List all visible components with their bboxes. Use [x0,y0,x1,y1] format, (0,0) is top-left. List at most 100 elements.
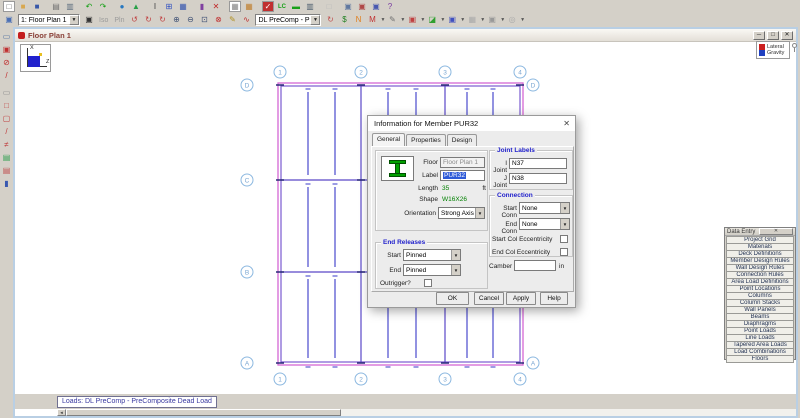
no-solve-icon[interactable]: ⊘ [1,57,12,68]
spreadsheet-icon[interactable]: ▦ [243,1,255,12]
tab-general[interactable]: General [372,133,405,146]
add-grid-icon[interactable]: ⊞ [163,1,175,12]
circle-tool-icon-caret[interactable]: ▼ [520,17,525,23]
redraw-icon[interactable]: ✎ [226,15,238,26]
solve-icon[interactable]: ✓ [262,1,274,12]
chevron-down-icon[interactable]: ▼ [560,219,569,229]
redo-icon[interactable]: ↷ [97,1,109,12]
chevron-down-icon[interactable]: ▼ [69,15,79,25]
end-ecc-checkbox[interactable] [560,248,568,256]
apply-button[interactable]: Apply [506,292,536,305]
member-color-icon[interactable]: ▣ [446,15,458,26]
envelope-icon[interactable]: □ [323,1,335,12]
start-conn-select[interactable]: None ▼ [519,202,570,214]
gravity-label[interactable]: Gravity [767,50,784,56]
opening-icon[interactable]: ▢ [1,113,12,124]
rotate-up-icon[interactable]: ↻ [142,15,154,26]
deflection-icon-caret[interactable]: ▼ [400,17,405,23]
preview-icon[interactable]: ▣ [342,1,354,12]
horizontal-scrollbar[interactable]: ◄ [57,409,796,416]
report-blue-icon[interactable]: ▣ [370,1,382,12]
end-conn-select[interactable]: None ▼ [519,218,570,230]
modify-view-icon[interactable]: ▭ [1,31,12,42]
apply-loads-icon[interactable]: ↻ [324,15,336,26]
start-ecc-checkbox[interactable] [560,235,568,243]
gray-box-icon[interactable]: ▣ [486,15,498,26]
render-icon[interactable]: ▣ [83,15,95,26]
dialog-title-bar[interactable]: Information for Member PUR32 [368,116,575,131]
zoom-out-icon[interactable]: ⊖ [184,15,196,26]
gray-box-icon-caret[interactable]: ▼ [500,17,505,23]
label-field[interactable]: PUR32 [440,170,485,181]
chevron-down-icon[interactable]: ▼ [451,250,460,260]
moment-icon-caret[interactable]: ▼ [380,17,385,23]
scroll-left-button[interactable]: ◄ [57,409,66,416]
loads-display-icon[interactable]: $ [338,15,350,26]
save-view-icon[interactable]: ▮ [1,178,12,189]
hatch-icon[interactable]: ≠ [1,139,12,150]
zoom-target-icon[interactable]: ⊗ [212,15,224,26]
print-icon[interactable]: ▥ [64,1,76,12]
rotate-right-icon[interactable]: ↻ [156,15,168,26]
frame-icon[interactable]: ▭ [1,87,12,98]
project-icon[interactable]: ▲ [130,1,142,12]
plot-options-icon[interactable]: ∿ [240,15,252,26]
wall-red-icon[interactable]: □ [1,100,12,111]
dialog-close-icon[interactable]: ✕ [563,119,570,128]
data-entry-floors[interactable]: Floors [726,355,794,363]
data-entry-close-icon[interactable]: ✕ [759,228,793,235]
beam-tool-icon[interactable]: I [149,1,161,12]
lateral-gravity-toggle[interactable]: Lateral Gravity [756,41,790,59]
cancel-button[interactable]: Cancel [474,292,504,305]
zoom-in-icon[interactable]: ⊕ [170,15,182,26]
scroll-thumb[interactable] [66,409,341,416]
area-load-icon-caret[interactable]: ▼ [440,17,445,23]
moment-icon[interactable]: M [366,15,378,26]
camber-field[interactable] [514,260,556,271]
zoom-box-icon[interactable]: ⊡ [198,15,210,26]
orientation-select[interactable]: Strong Axis ▼ [438,207,485,219]
save-icon[interactable]: ■ [31,1,43,12]
wall-tool-icon[interactable]: ▮ [196,1,208,12]
open-folder-icon[interactable]: ■ [17,1,29,12]
draw-beam-icon[interactable]: ▣ [1,44,12,55]
help-icon[interactable]: ? [384,1,396,12]
ok-button[interactable]: OK [436,292,469,305]
deflection-icon[interactable]: ✎ [386,15,398,26]
circle-tool-icon[interactable]: ◎ [506,15,518,26]
help-button[interactable]: Help [540,292,568,305]
results-icon[interactable]: ▬ [290,1,302,12]
tab-properties[interactable]: Properties [406,134,446,146]
load-case-selector[interactable]: DL PreComp - Pr▼ [255,14,321,26]
window-icon[interactable]: ▣ [3,15,15,26]
release-end-select[interactable]: Pinned ▼ [403,264,461,276]
draw-member-icon[interactable]: / [1,70,12,81]
axial-icon[interactable]: N [352,15,364,26]
iso-view-button[interactable]: Iso [99,17,108,24]
load-combination-icon[interactable]: LC [276,1,288,12]
new-icon[interactable]: □ [3,1,15,12]
undo-icon[interactable]: ↶ [83,1,95,12]
copy-icon[interactable]: ▤ [50,1,62,12]
chevron-down-icon[interactable]: ▼ [475,208,484,218]
outrigger-checkbox[interactable] [424,279,432,287]
chevron-down-icon[interactable]: ▼ [451,265,460,275]
chevron-down-icon[interactable]: ▼ [560,203,569,213]
pin-icon[interactable] [792,43,797,48]
snap-grid-icon-caret[interactable]: ▼ [480,17,485,23]
columns-view-icon[interactable]: ▥ [304,1,316,12]
table-icon[interactable]: ▦ [229,1,241,12]
point-load-icon[interactable]: ▣ [406,15,418,26]
report-red-icon[interactable]: ▣ [356,1,368,12]
j-joint-field[interactable]: N38 [509,173,567,184]
point-load-icon-caret[interactable]: ▼ [420,17,425,23]
plan-view-button[interactable]: Pln [114,17,124,24]
view-selector[interactable]: 1: Floor Plan 1▼ [18,14,80,26]
minimize-button[interactable]: ─ [753,31,765,40]
rotate-left-icon[interactable]: ↺ [128,15,140,26]
area-load-icon[interactable]: ◪ [426,15,438,26]
globe-icon[interactable]: ● [116,1,128,12]
delete-icon[interactable]: ✕ [210,1,222,12]
chevron-down-icon[interactable]: ▼ [310,15,320,25]
tab-design[interactable]: Design [447,134,477,146]
